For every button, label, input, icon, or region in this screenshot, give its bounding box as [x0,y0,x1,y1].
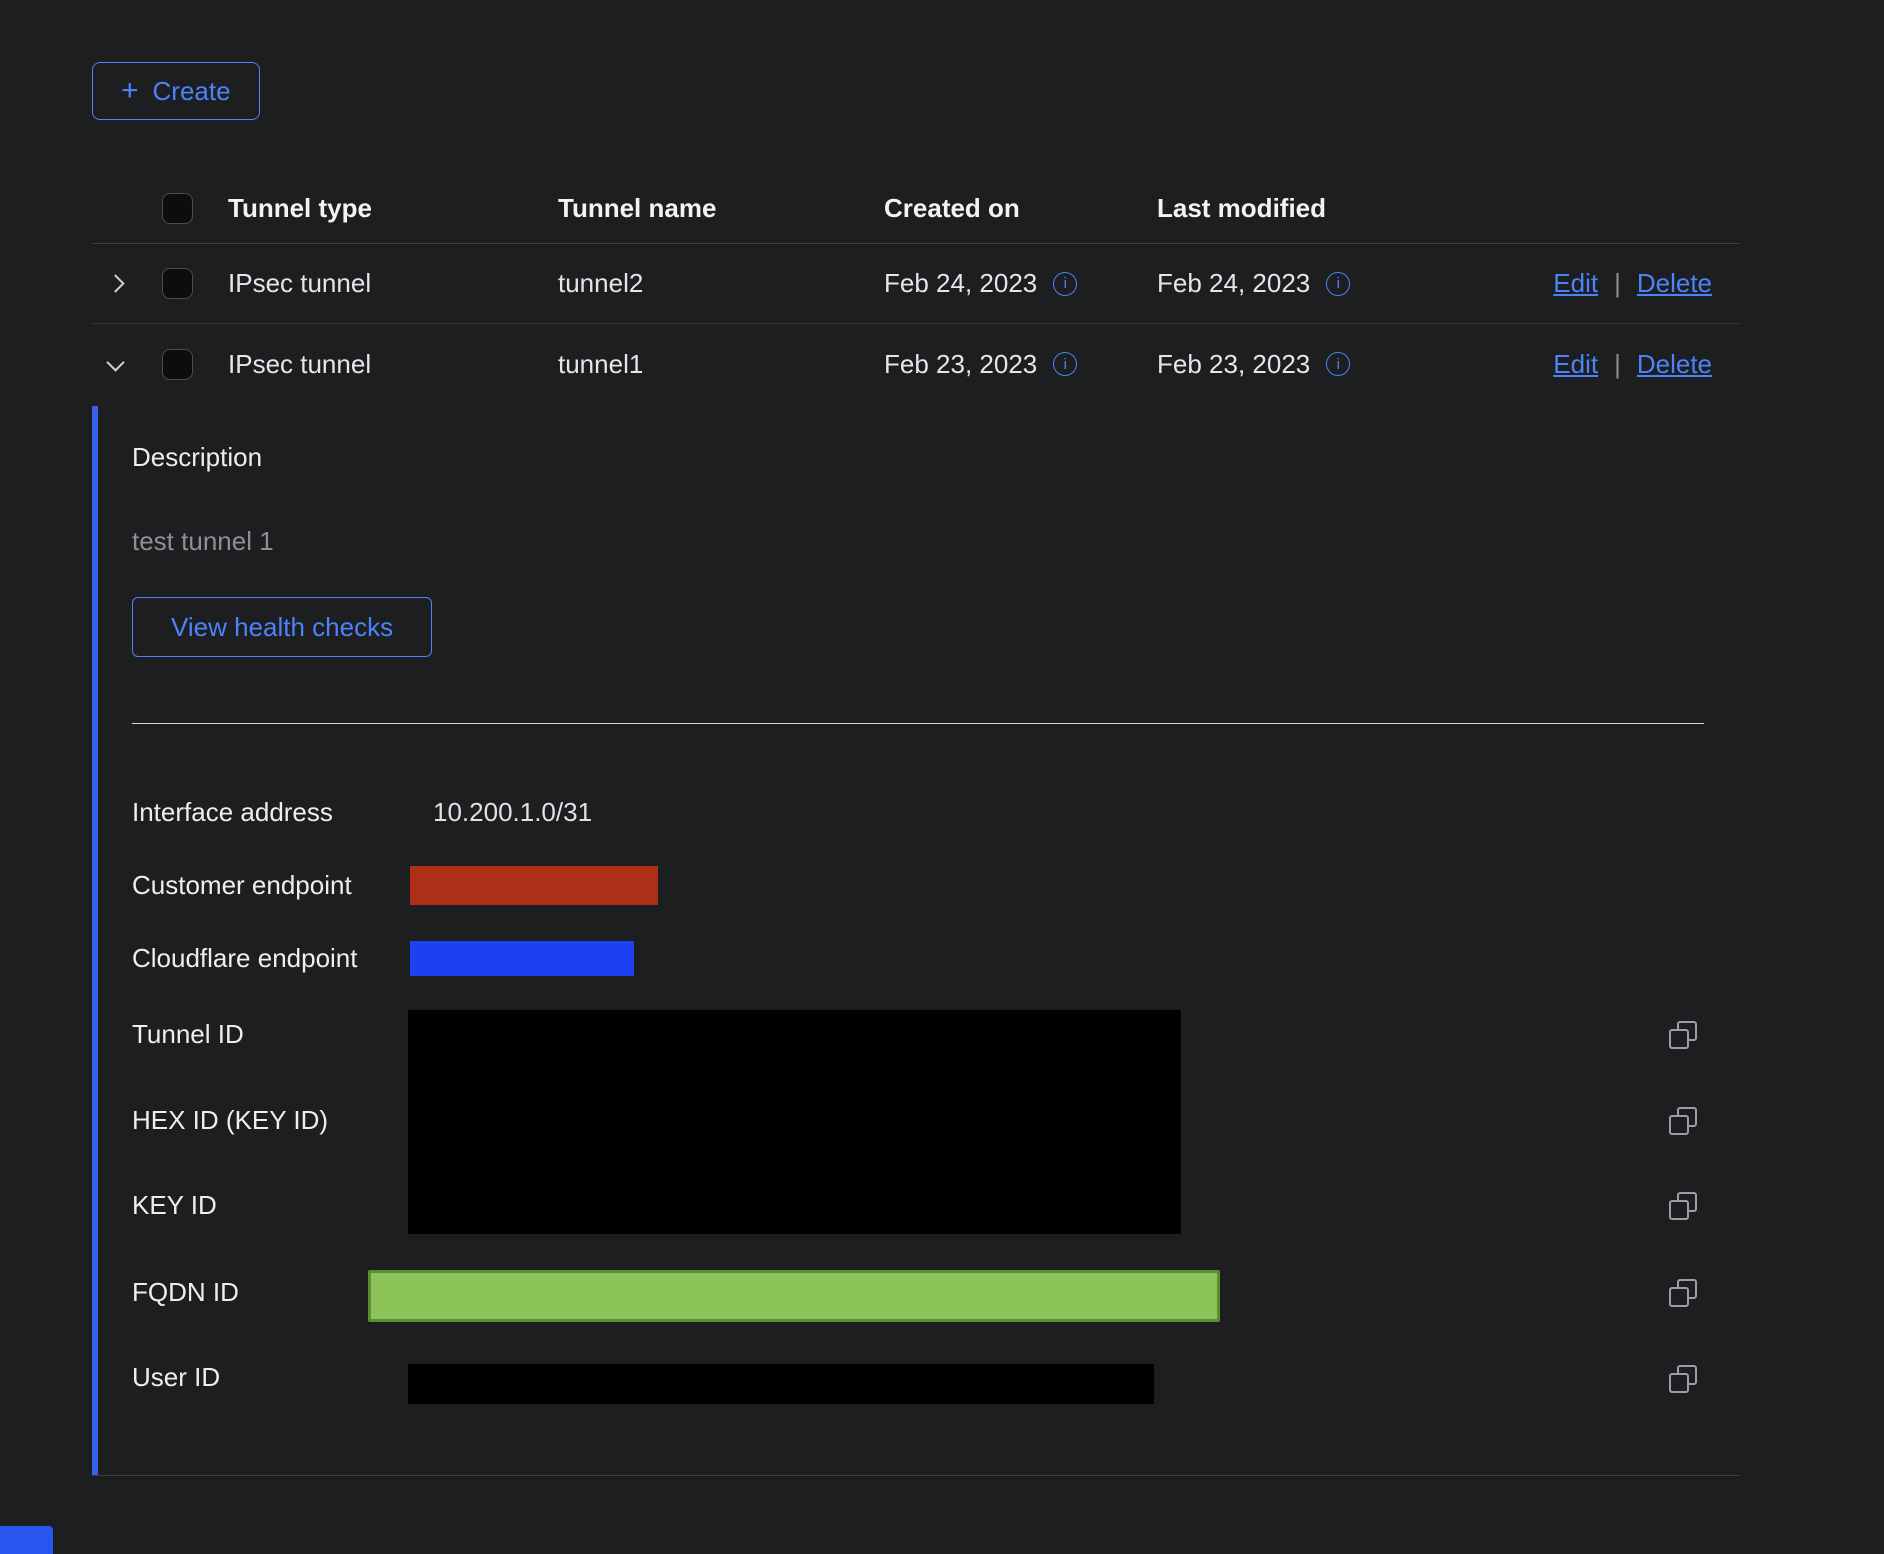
interface-address-label: Interface address [132,797,333,828]
table-row: IPsec tunnel tunnel1 Feb 23, 2023 i Feb … [92,324,1740,404]
edit-link[interactable]: Edit [1553,349,1598,380]
cloudflare-endpoint-label: Cloudflare endpoint [132,943,358,974]
tunnels-table: Tunnel type Tunnel name Created on Last … [92,174,1740,1476]
edit-link[interactable]: Edit [1553,268,1598,299]
section-divider [132,723,1704,724]
row-checkbox-cell [138,349,228,380]
tunnel-id-label: Tunnel ID [132,1019,244,1050]
row-actions: Edit | Delete [1487,268,1740,299]
page-content: + Create Tunnel type Tunnel name Created… [92,0,1740,1476]
info-icon[interactable]: i [1326,272,1350,296]
column-header-tunnel-type: Tunnel type [228,193,558,224]
row-checkbox-cell [138,268,228,299]
expanded-row-accent-bar [92,406,98,1475]
delete-link[interactable]: Delete [1637,349,1712,380]
copy-icon[interactable] [1669,1192,1697,1220]
ids-redacted-value-block [408,1010,1181,1234]
bottom-edge-accent [0,1526,53,1554]
copy-icon[interactable] [1669,1279,1697,1307]
cloudflare-endpoint-redacted-value [410,941,634,976]
actions-separator: | [1614,268,1621,299]
info-icon[interactable]: i [1053,272,1077,296]
user-id-redacted-value [408,1364,1154,1404]
select-all-checkbox[interactable] [162,193,193,224]
view-health-checks-button[interactable]: View health checks [132,597,432,657]
plus-icon: + [121,76,139,106]
created-on-value: Feb 24, 2023 [884,268,1037,299]
description-label: Description [132,442,262,473]
last-modified-cell: Feb 24, 2023 i [1157,268,1487,299]
info-icon[interactable]: i [1053,352,1077,376]
column-header-created-on: Created on [884,193,1157,224]
user-id-label: User ID [132,1362,220,1393]
info-icon[interactable]: i [1326,352,1350,376]
fqdn-id-label: FQDN ID [132,1277,239,1308]
customer-endpoint-redacted-value [410,866,658,905]
fqdn-id-redacted-value [368,1270,1220,1322]
delete-link[interactable]: Delete [1637,268,1712,299]
column-header-tunnel-name: Tunnel name [558,193,884,224]
header-checkbox-cell [138,193,228,224]
tunnels-page: + Create Tunnel type Tunnel name Created… [0,0,1884,1554]
created-on-cell: Feb 24, 2023 i [884,268,1157,299]
last-modified-value: Feb 23, 2023 [1157,349,1310,380]
row-checkbox[interactable] [162,349,193,380]
table-header-row: Tunnel type Tunnel name Created on Last … [92,174,1740,244]
created-on-value: Feb 23, 2023 [884,349,1037,380]
customer-endpoint-label: Customer endpoint [132,870,352,901]
expanded-row-details: Description test tunnel 1 View health ch… [92,404,1740,1476]
tunnel-name-value: tunnel1 [558,349,884,380]
interface-address-value: 10.200.1.0/31 [433,797,592,828]
copy-icon[interactable] [1669,1365,1697,1393]
collapse-row-button[interactable] [92,360,138,369]
actions-separator: | [1614,349,1621,380]
expand-row-button[interactable] [92,277,138,290]
key-id-label: KEY ID [132,1190,217,1221]
table-row: IPsec tunnel tunnel2 Feb 24, 2023 i Feb … [92,244,1740,324]
tunnel-type-value: IPsec tunnel [228,349,558,380]
created-on-cell: Feb 23, 2023 i [884,349,1157,380]
column-header-last-modified: Last modified [1157,193,1487,224]
copy-icon[interactable] [1669,1107,1697,1135]
hex-id-label: HEX ID (KEY ID) [132,1105,328,1136]
chevron-down-icon [106,353,124,371]
description-value: test tunnel 1 [132,526,274,557]
tunnel-type-value: IPsec tunnel [228,268,558,299]
row-checkbox[interactable] [162,268,193,299]
create-button-label: Create [153,76,231,107]
create-button[interactable]: + Create [92,62,260,120]
chevron-right-icon [106,274,124,292]
copy-icon[interactable] [1669,1021,1697,1049]
row-actions: Edit | Delete [1487,349,1740,380]
tunnel-name-value: tunnel2 [558,268,884,299]
last-modified-cell: Feb 23, 2023 i [1157,349,1487,380]
last-modified-value: Feb 24, 2023 [1157,268,1310,299]
